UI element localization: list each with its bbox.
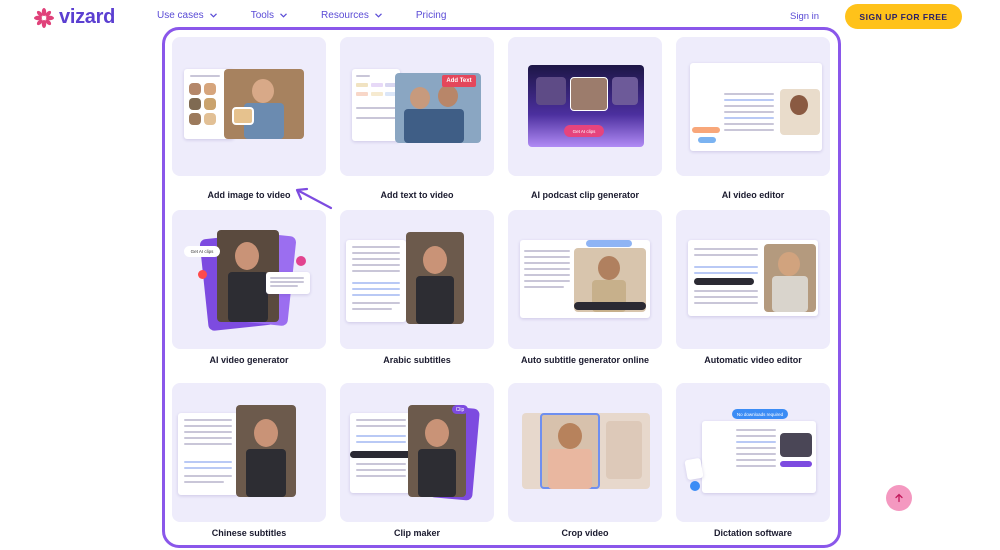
tool-card-thumbnail: No downloads required	[676, 383, 830, 522]
nav-pricing-label: Pricing	[415, 10, 447, 21]
tool-card-label: Clip maker	[393, 528, 441, 538]
tool-card-label: AI video editor	[721, 190, 785, 200]
tool-card-thumbnail	[508, 383, 662, 522]
tool-card-label: Dictation software	[713, 528, 792, 538]
tool-card-label: Automatic video editor	[704, 355, 802, 365]
signin-link[interactable]: Sign in	[790, 11, 819, 22]
clip-badge: Clip	[452, 405, 468, 414]
nav-use-cases[interactable]: Use cases	[157, 10, 217, 21]
vizard-flower-icon	[34, 7, 54, 28]
no-downloads-badge: No downloads required	[732, 409, 788, 419]
tool-card-thumbnail: Get AI clips	[508, 37, 662, 176]
tool-card-label: Chinese subtitles	[211, 528, 287, 538]
logo[interactable]: vizard	[34, 6, 115, 29]
chevron-down-icon	[374, 13, 382, 18]
tool-card-thumbnail	[676, 37, 830, 176]
tools-grid-frame: Add image to video Add Text Add text to …	[162, 27, 841, 548]
nav-resources-label: Resources	[321, 10, 369, 21]
tool-card-label: AI podcast clip generator	[530, 190, 640, 200]
nav-resources[interactable]: Resources	[321, 10, 382, 21]
tool-card-thumbnail	[172, 383, 326, 522]
arrow-up-icon	[895, 493, 903, 503]
chevron-down-icon	[280, 13, 287, 18]
pointer-arrow-icon	[295, 187, 333, 210]
signup-button[interactable]: SIGN UP FOR FREE	[845, 4, 962, 29]
logo-text: vizard	[59, 6, 116, 28]
tool-card-label: Crop video	[561, 528, 609, 538]
get-ai-clips-badge: Get AI clips	[564, 125, 604, 137]
add-text-badge: Add Text	[442, 75, 476, 87]
tool-card-label: Add text to video	[380, 190, 454, 200]
tool-card-label: Arabic subtitles	[383, 355, 451, 365]
nav-tools[interactable]: Tools	[251, 10, 287, 21]
get-ai-clips-badge: Get AI clips	[184, 246, 220, 257]
tool-card-thumbnail	[508, 210, 662, 349]
chevron-down-icon	[209, 13, 217, 18]
tool-card-thumbnail	[340, 210, 494, 349]
tool-card-thumbnail	[172, 37, 326, 176]
tool-card-label: Auto subtitle generator online	[520, 355, 649, 365]
tool-card-thumbnail: Add Text	[340, 37, 494, 176]
main-nav: Use cases Tools Resources Pricing	[157, 10, 446, 21]
tool-card-label: AI video generator	[209, 355, 289, 365]
nav-pricing[interactable]: Pricing	[416, 10, 447, 21]
nav-tools-label: Tools	[250, 10, 275, 21]
nav-use-cases-label: Use cases	[157, 10, 204, 21]
tool-card-thumbnail: Clip	[340, 383, 494, 522]
scroll-to-top-button[interactable]	[886, 485, 912, 511]
tool-card-thumbnail	[676, 210, 830, 349]
tool-card-thumbnail: Get AI clips	[172, 210, 326, 349]
